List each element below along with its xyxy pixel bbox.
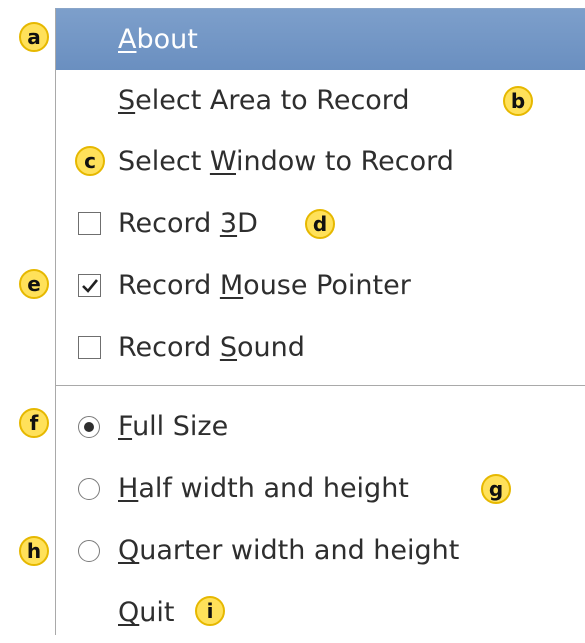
mnemonic-key: Q <box>118 535 140 566</box>
mnemonic-key: S <box>219 332 238 363</box>
mnemonic-key: M <box>219 270 244 301</box>
mnemonic-key: H <box>118 473 139 504</box>
checkbox-unchecked-icon[interactable] <box>78 335 101 359</box>
annotation-badge-h: h <box>19 536 49 566</box>
menu-item-select-window[interactable]: Select Window to Record <box>56 131 585 192</box>
check-mark-icon <box>82 278 99 293</box>
menu-item-record-mouse-pointer[interactable]: Record Mouse Pointer <box>56 255 585 316</box>
menu-item-label: Full Size <box>118 411 229 442</box>
annotation-badge-a: a <box>19 22 49 52</box>
annotation-badge-b: b <box>503 86 533 116</box>
menu-item-label: Record Sound <box>118 332 305 363</box>
radio-selected-icon[interactable] <box>78 415 100 438</box>
menu-item-label: About <box>118 24 198 55</box>
radio-unselected-icon[interactable] <box>78 477 100 500</box>
mnemonic-key: S <box>118 85 136 116</box>
menu-item-full-size[interactable]: Full Size <box>56 396 585 457</box>
menu-item-label: Half width and height <box>118 473 409 504</box>
menu-item-label: Quit <box>118 597 175 628</box>
menu-separator <box>56 385 585 386</box>
annotation-badge-i: i <box>195 596 225 626</box>
mnemonic-key: 3 <box>219 208 238 239</box>
menu-item-quarter-size[interactable]: Quarter width and height <box>56 520 585 581</box>
menu-item-label: Quarter width and height <box>118 535 460 566</box>
annotation-badge-d: d <box>305 209 335 239</box>
menu-item-about[interactable]: About <box>56 9 585 70</box>
checkbox-checked-icon[interactable] <box>78 273 101 297</box>
checkbox-unchecked-icon[interactable] <box>78 211 101 235</box>
menu-item-label: Select Window to Record <box>118 146 454 177</box>
annotation-badge-g: g <box>481 474 511 504</box>
annotation-badge-c: c <box>75 146 105 176</box>
radio-unselected-icon[interactable] <box>78 539 100 562</box>
menu-item-record-sound[interactable]: Record Sound <box>56 317 585 378</box>
mnemonic-key: Q <box>118 597 140 628</box>
mnemonic-key: W <box>209 146 236 177</box>
menu-item-label: Record 3D <box>118 208 258 239</box>
mnemonic-key: F <box>118 411 133 442</box>
menu-item-label: Record Mouse Pointer <box>118 270 411 301</box>
annotation-badge-e: e <box>19 269 49 299</box>
menu-item-label: Select Area to Record <box>118 85 410 116</box>
annotation-badge-f: f <box>19 408 49 438</box>
mnemonic-key: A <box>118 24 137 55</box>
